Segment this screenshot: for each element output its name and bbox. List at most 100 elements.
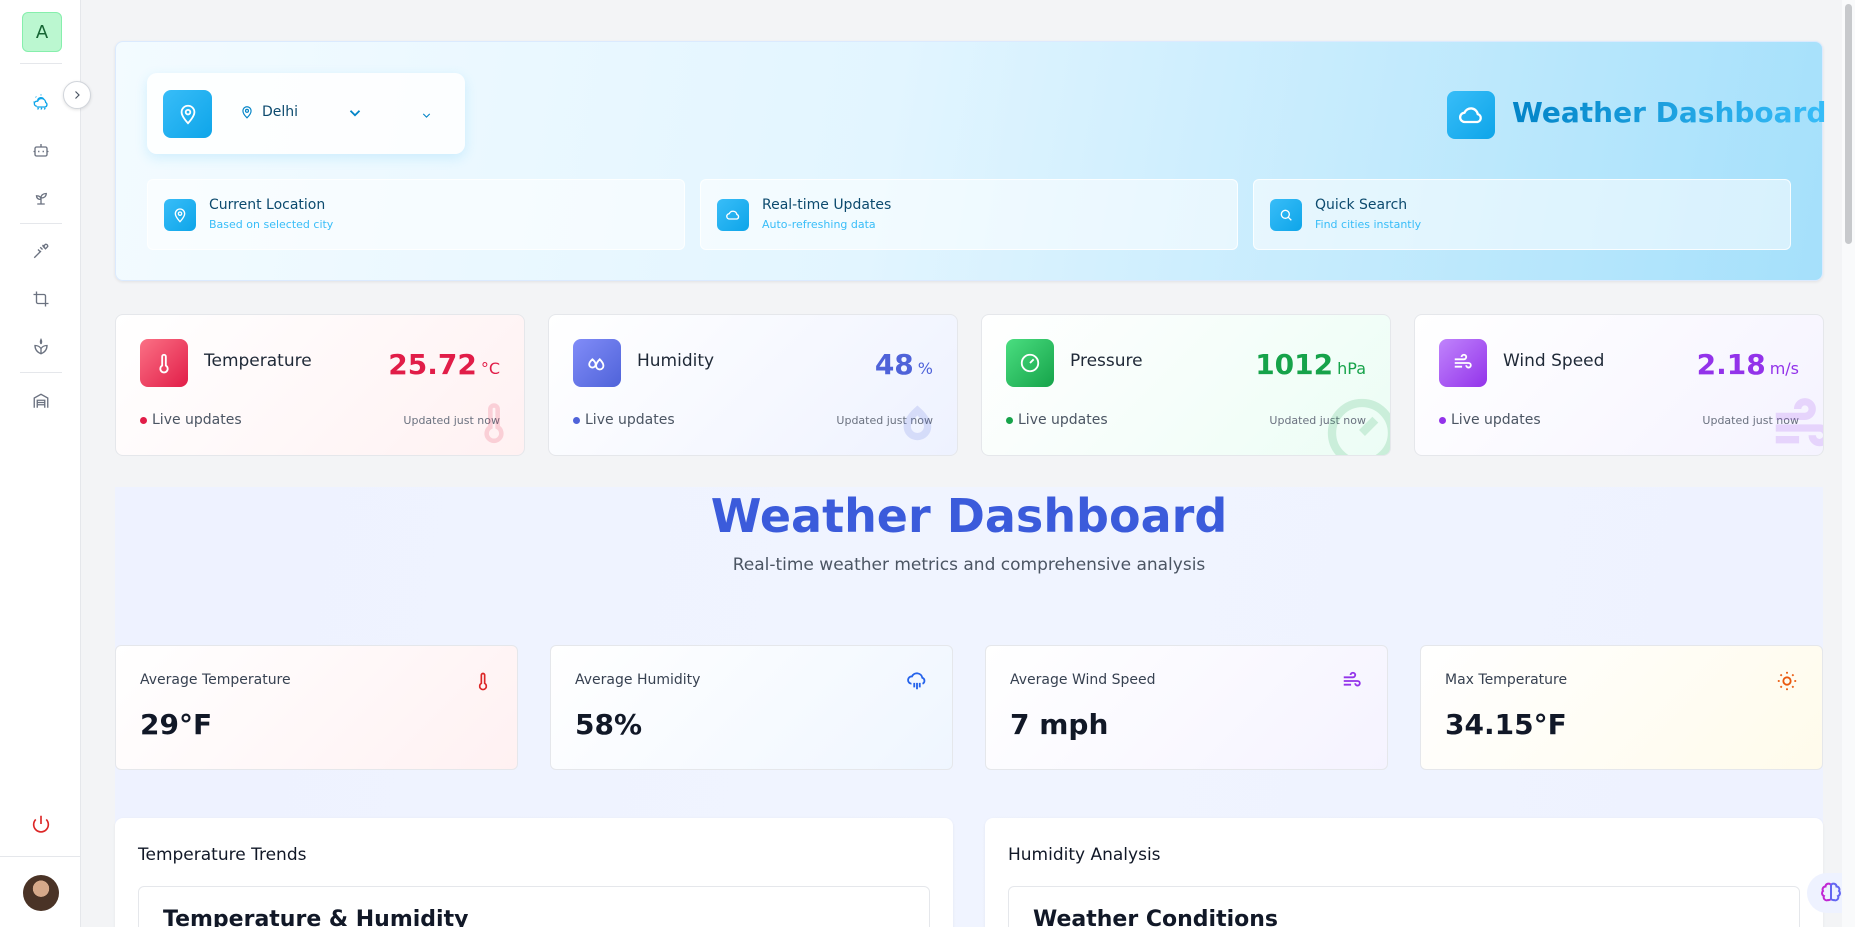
- warehouse-icon[interactable]: [29, 389, 53, 413]
- map-pin-icon: [242, 106, 252, 119]
- avatar[interactable]: [23, 875, 59, 911]
- metric-number: 25.72: [388, 348, 477, 381]
- panel-title: Humidity Analysis: [1008, 845, 1161, 865]
- page-scrollbar[interactable]: [1842, 0, 1855, 927]
- chevron-down-icon[interactable]: [420, 107, 433, 126]
- metric-value: 25.72 °C: [388, 348, 500, 381]
- chevron-down-icon[interactable]: [346, 104, 364, 126]
- metric-unit: %: [917, 359, 933, 378]
- sprout-icon[interactable]: [29, 186, 53, 210]
- chart-title: Weather Conditions: [1033, 907, 1278, 927]
- metric-label: Wind Speed: [1503, 351, 1605, 371]
- chevron-right-icon: [75, 91, 80, 99]
- metric-number: 48: [874, 348, 914, 381]
- city-select[interactable]: Delhi: [240, 104, 298, 120]
- average-label: Max Temperature: [1445, 672, 1568, 688]
- metric-label: Temperature: [204, 351, 312, 371]
- droplets-icon: [897, 387, 957, 455]
- metric-unit: °C: [480, 359, 500, 378]
- metric-number: 1012: [1255, 348, 1334, 381]
- live-label: Live updates: [152, 412, 242, 428]
- wind-icon: [1439, 339, 1487, 387]
- average-temperature-card: Average Temperature 29°F: [115, 645, 518, 770]
- panel-title: Temperature Trends: [138, 845, 307, 865]
- chart-container: Temperature & Humidity: [138, 886, 930, 927]
- power-icon[interactable]: [30, 813, 52, 839]
- gauge-icon: [1322, 393, 1390, 455]
- average-value: 29°F: [140, 708, 213, 741]
- city-name: Delhi: [262, 104, 299, 120]
- feature-realtime-updates: Real-time Updates Auto-refreshing data: [700, 179, 1238, 250]
- crop-icon[interactable]: [29, 287, 53, 311]
- feature-current-location: Current Location Based on selected city: [147, 179, 685, 250]
- gauge-icon: [1006, 339, 1054, 387]
- chart-title: Temperature & Humidity: [163, 907, 469, 927]
- robot-icon[interactable]: [29, 138, 53, 162]
- app-logo[interactable]: A: [22, 12, 62, 52]
- humidity-analysis-panel: Humidity Analysis Weather Conditions: [985, 818, 1823, 927]
- wind-icon: [1767, 393, 1823, 455]
- thermometer-icon: [140, 339, 188, 387]
- wind-icon: [1341, 670, 1363, 696]
- average-humidity-card: Average Humidity 58%: [550, 645, 953, 770]
- max-temperature-card: Max Temperature 34.15°F: [1420, 645, 1823, 770]
- cloud-icon: [1447, 91, 1495, 139]
- feature-title: Current Location: [209, 197, 326, 213]
- chart-container: Weather Conditions: [1008, 886, 1800, 927]
- live-indicator: Live updates: [1006, 412, 1108, 428]
- cloud-icon: [717, 199, 749, 231]
- sidebar-divider: [0, 856, 81, 857]
- sun-icon: [1776, 670, 1798, 696]
- live-indicator: Live updates: [1439, 412, 1541, 428]
- humidity-card: Humidity 48% Live updates Updated just n…: [548, 314, 958, 456]
- metric-label: Humidity: [637, 351, 715, 371]
- section-subtitle: Real-time weather metrics and comprehens…: [732, 555, 1206, 575]
- metric-unit: m/s: [1769, 359, 1799, 378]
- live-label: Live updates: [1018, 412, 1108, 428]
- section-title: Weather Dashboard: [710, 489, 1228, 543]
- sidebar-toggle-button[interactable]: [63, 81, 91, 109]
- live-dot: [1006, 416, 1013, 424]
- average-label: Average Wind Speed: [1010, 672, 1156, 688]
- average-wind-speed-card: Average Wind Speed 7 mph: [985, 645, 1388, 770]
- live-dot: [140, 416, 147, 424]
- feature-subtitle: Find cities instantly: [1315, 218, 1422, 231]
- sidebar: A: [0, 0, 81, 927]
- cloud-rain-icon: [906, 670, 928, 696]
- feature-title: Quick Search: [1315, 197, 1408, 213]
- live-label: Live updates: [585, 412, 675, 428]
- live-label: Live updates: [1451, 412, 1541, 428]
- leaf-icon[interactable]: [29, 335, 53, 359]
- metric-unit: hPa: [1337, 359, 1366, 378]
- feature-subtitle: Based on selected city: [209, 218, 334, 231]
- live-dot: [1439, 416, 1446, 424]
- thermometer-icon: [472, 387, 516, 455]
- average-value: 34.15°F: [1445, 708, 1567, 741]
- header-title: Weather Dashboard: [1512, 96, 1827, 129]
- map-pin-icon: [163, 90, 212, 138]
- temperature-trends-panel: Temperature Trends Temperature & Humidit…: [115, 818, 953, 927]
- temperature-card: Temperature 25.72 °C Live updates Updated…: [115, 314, 525, 456]
- scrollbar-thumb[interactable]: [1845, 4, 1852, 244]
- wind-speed-card: Wind Speed 2.18 m/s Live updates Updated …: [1414, 314, 1824, 456]
- sidebar-divider: [20, 63, 62, 64]
- weather-icon[interactable]: [29, 90, 53, 114]
- metric-value: 2.18 m/s: [1697, 348, 1799, 381]
- metric-value: 1012 hPa: [1255, 348, 1366, 381]
- pressure-card: Pressure 1012 hPa Live updates Updated ju…: [981, 314, 1391, 456]
- sidebar-divider: [20, 372, 62, 373]
- search-icon: [1270, 199, 1302, 231]
- average-label: Average Temperature: [140, 672, 291, 688]
- map-pin-icon: [164, 199, 196, 231]
- live-indicator: Live updates: [140, 412, 242, 428]
- average-value: 7 mph: [1010, 708, 1109, 741]
- droplets-icon: [573, 339, 621, 387]
- feature-quick-search: Quick Search Find cities instantly: [1253, 179, 1791, 250]
- metric-value: 48%: [875, 348, 933, 381]
- metric-number: 2.18: [1696, 348, 1766, 381]
- average-value: 58%: [575, 708, 643, 741]
- thermometer-icon: [473, 670, 493, 696]
- wheat-icon[interactable]: [29, 239, 53, 263]
- metric-label: Pressure: [1070, 351, 1143, 371]
- sidebar-divider: [20, 223, 62, 224]
